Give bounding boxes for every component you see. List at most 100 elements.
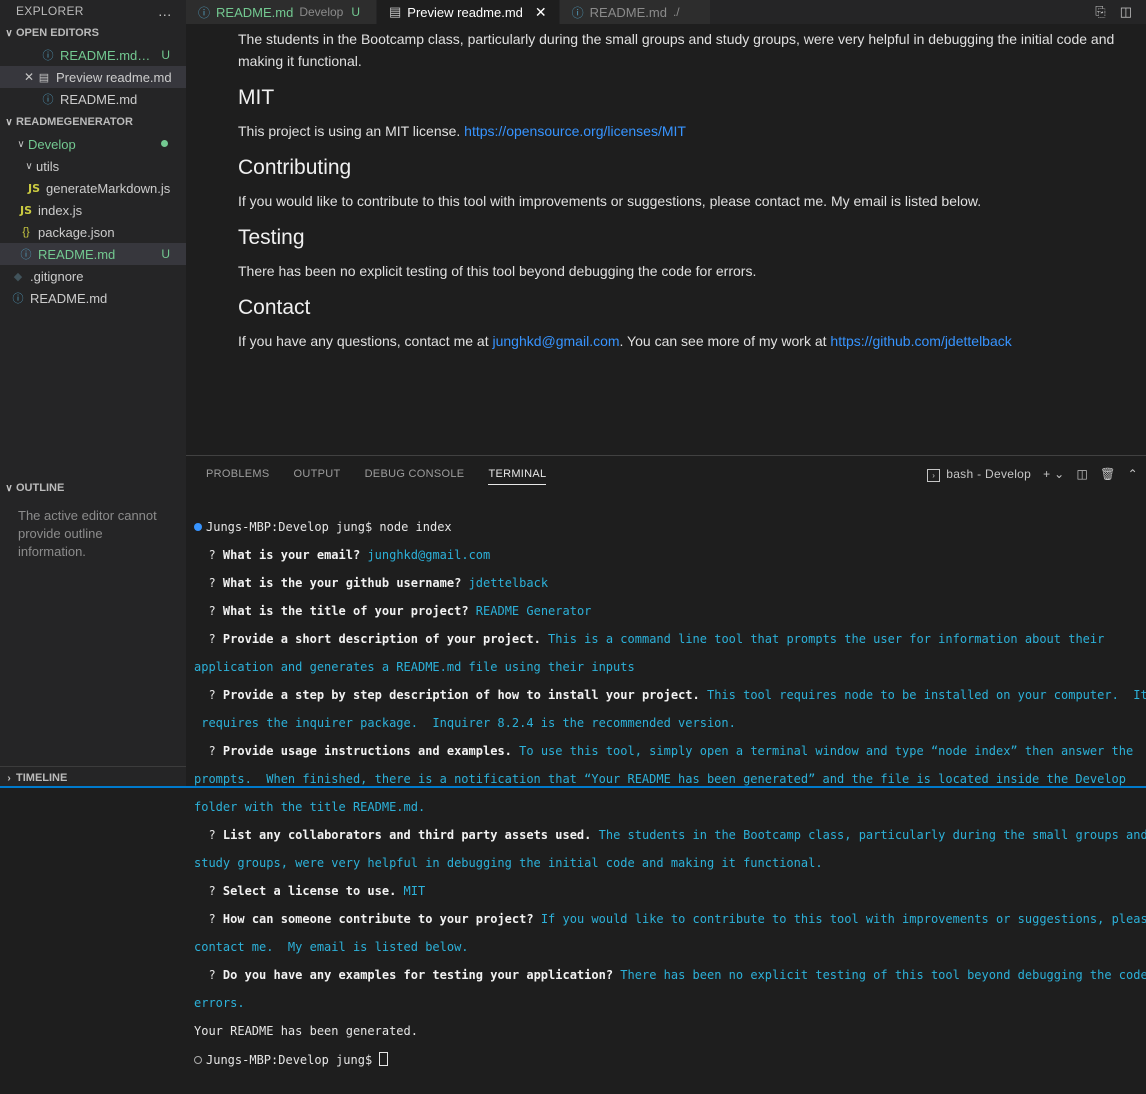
explorer-header: EXPLORER …: [0, 0, 186, 22]
chevron-down-icon: ⌄: [1054, 467, 1065, 481]
terminal-line: requires the inquirer package. Inquirer …: [194, 716, 1144, 730]
folder-utils[interactable]: ∨ utils: [0, 155, 186, 177]
open-editor-item-readme-develop[interactable]: ⓘ README.md… U: [0, 44, 186, 66]
answer-text: MIT: [403, 884, 426, 898]
preview-paragraph: If you have any questions, contact me at…: [238, 330, 1118, 352]
answer-text: To use this tool, simply open a terminal…: [519, 744, 1134, 758]
file-generate-markdown[interactable]: JS generateMarkdown.js: [0, 177, 186, 199]
panel-actions: › bash - Develop + ⌄ ◫ 🗑 ⌃: [927, 467, 1146, 482]
split-terminal-icon[interactable]: ◫: [1076, 467, 1088, 481]
outline-header[interactable]: ∨ OUTLINE: [0, 477, 186, 499]
terminal-line: ? List any collaborators and third party…: [194, 828, 1146, 842]
terminal-line: Jungs-MBP:Develop jung$ node index: [194, 520, 1144, 534]
question-mark: ?: [208, 968, 216, 982]
open-editor-label: README.md…: [60, 47, 151, 63]
terminal-output[interactable]: Jungs-MBP:Develop jung$ node index ? Wha…: [194, 506, 1146, 1094]
file-gitignore[interactable]: ◆ .gitignore: [0, 265, 186, 287]
explorer-sidebar: EXPLORER … ∨ OPEN EDITORS ⓘ README.md… U…: [0, 0, 186, 788]
preview-icon: ▤: [389, 4, 402, 19]
outline-message: The active editor cannot provide outline…: [18, 508, 157, 559]
js-file-icon: JS: [27, 181, 40, 195]
folder-develop[interactable]: ∨ Develop: [0, 133, 186, 155]
question-mark: ?: [208, 912, 216, 926]
open-source-icon[interactable]: ⎘: [1095, 4, 1105, 20]
command-pending-icon: [194, 1056, 202, 1064]
terminal-line: application and generates a README.md fi…: [194, 660, 1144, 674]
new-terminal-button[interactable]: + ⌄: [1043, 467, 1064, 481]
answer-text: folder with the title README.md.: [194, 800, 426, 814]
question-mark: ?: [208, 744, 216, 758]
editor-tab-bar: ⓘ README.md Develop U ▤ Preview readme.m…: [186, 0, 1146, 24]
close-icon[interactable]: ✕: [535, 4, 547, 21]
tab-output[interactable]: OUTPUT: [294, 468, 341, 480]
terminal-selector[interactable]: › bash - Develop: [927, 467, 1031, 482]
question-text: Provide a short description of your proj…: [222, 632, 541, 646]
question-mark: ?: [208, 604, 216, 618]
tab-preview-readme[interactable]: ▤ Preview readme.md ✕: [377, 0, 560, 24]
tab-terminal[interactable]: TERMINAL: [488, 468, 547, 485]
email-link[interactable]: junghkd@gmail.com: [492, 333, 619, 349]
tab-debug-console[interactable]: DEBUG CONSOLE: [365, 468, 465, 480]
chevron-up-icon[interactable]: ⌃: [1128, 467, 1138, 481]
heading-testing: Testing: [238, 226, 305, 249]
answer-text: errors.: [194, 996, 245, 1010]
tab-readme-develop[interactable]: ⓘ README.md Develop U: [186, 0, 377, 24]
answer-text: contact me. My email is listed below.: [194, 940, 469, 954]
info-file-icon: ⓘ: [12, 293, 24, 305]
mit-license-link[interactable]: https://opensource.org/licenses/MIT: [464, 123, 686, 139]
tab-readme-root[interactable]: ⓘ README.md ./: [559, 0, 711, 24]
heading-mit: MIT: [238, 86, 275, 109]
heading-contributing: Contributing: [238, 156, 352, 179]
info-file-icon: ⓘ: [42, 50, 54, 62]
file-index[interactable]: JS index.js: [0, 199, 186, 221]
terminal-line: ? What is your email? junghkd@gmail.com: [194, 548, 1144, 562]
github-link[interactable]: https://github.com/jdettelback: [830, 333, 1011, 349]
tab-description: Develop: [299, 5, 344, 19]
split-editor-icon[interactable]: ◫: [1120, 4, 1132, 20]
command-success-icon: [194, 523, 202, 531]
prompt-text: Jungs-MBP:Develop jung$ node index: [206, 520, 452, 534]
file-package-json[interactable]: {} package.json: [0, 221, 186, 243]
file-readme-develop[interactable]: ⓘ README.md U: [0, 243, 186, 265]
untracked-badge: U: [161, 48, 170, 62]
answer-text: prompts. When finished, there is a notif…: [194, 772, 1126, 786]
open-editor-item-readme[interactable]: ⓘ README.md: [0, 88, 186, 110]
terminal-line: ? Select a license to use. MIT: [194, 884, 1144, 898]
chevron-down-icon: ∨: [5, 116, 13, 128]
file-readme-root[interactable]: ⓘ README.md: [0, 287, 186, 309]
more-actions-icon[interactable]: …: [158, 3, 172, 19]
file-label: README.md: [30, 290, 108, 306]
question-text: What is your email?: [222, 548, 361, 562]
markdown-preview: The students in the Bootcamp class, part…: [186, 24, 1146, 454]
terminal-line: prompts. When finished, there is a notif…: [194, 772, 1144, 786]
chevron-down-icon: ∨: [17, 138, 25, 150]
chevron-down-icon: ∨: [5, 27, 13, 39]
terminal-line: errors.: [194, 996, 1144, 1010]
question-text: List any collaborators and third party a…: [222, 828, 592, 842]
mit-text: This project is using an MIT license.: [238, 123, 461, 139]
question-mark: ?: [208, 548, 216, 562]
preview-icon: ▤: [38, 71, 50, 84]
untracked-badge: U: [351, 5, 361, 19]
tab-label: README.md: [216, 4, 294, 20]
trash-icon[interactable]: 🗑: [1100, 467, 1116, 481]
heading-contact: Contact: [238, 296, 311, 319]
workspace-section[interactable]: ∨ READMEGENERATOR: [0, 111, 186, 133]
answer-text: jdettelback: [468, 576, 549, 590]
open-editor-label: README.md: [60, 91, 138, 107]
close-icon[interactable]: ✕: [22, 70, 36, 84]
info-file-icon: ⓘ: [42, 94, 54, 106]
terminal-line: ? Do you have any examples for testing y…: [194, 968, 1146, 982]
js-file-icon: JS: [19, 203, 32, 217]
open-editor-item-preview[interactable]: ✕ ▤ Preview readme.md: [0, 66, 186, 88]
status-message: Your README has been generated.: [194, 1024, 418, 1038]
untracked-badge: U: [161, 247, 170, 261]
bottom-panel: PROBLEMS OUTPUT DEBUG CONSOLE TERMINAL ›…: [186, 455, 1146, 1067]
file-label: package.json: [38, 224, 115, 240]
open-editors-title: OPEN EDITORS: [16, 27, 99, 39]
workspace-title: READMEGENERATOR: [16, 116, 133, 128]
panel-tab-bar: PROBLEMS OUTPUT DEBUG CONSOLE TERMINAL ›…: [186, 456, 1146, 492]
open-editors-section[interactable]: ∨ OPEN EDITORS: [0, 22, 186, 44]
preview-paragraph: The students in the Bootcamp class, part…: [238, 31, 1115, 69]
tab-problems[interactable]: PROBLEMS: [206, 468, 270, 480]
